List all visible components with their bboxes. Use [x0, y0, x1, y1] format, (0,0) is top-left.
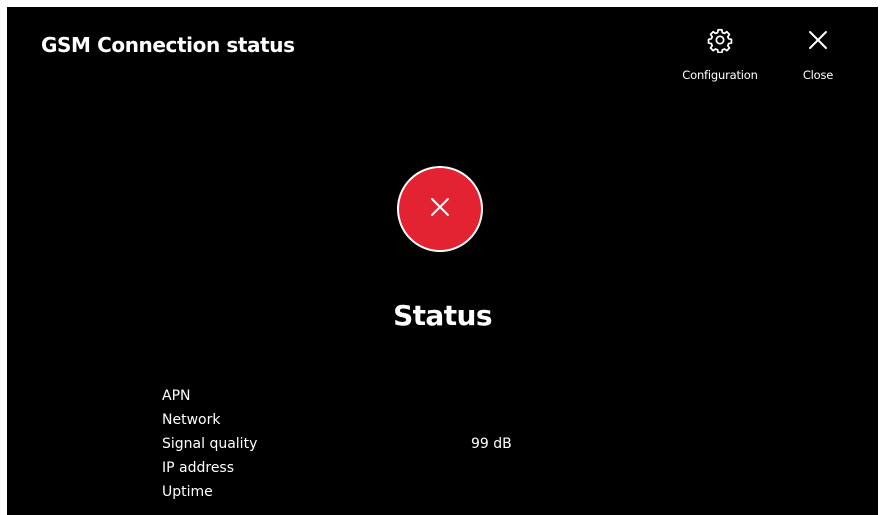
status-indicator: [397, 166, 483, 252]
detail-label: APN: [162, 388, 191, 404]
gsm-status-dialog: GSM Connection status Configuration Clos…: [7, 7, 878, 515]
dialog-title: GSM Connection status: [41, 33, 295, 57]
detail-label: Signal quality: [162, 436, 258, 452]
detail-label: IP address: [162, 460, 235, 476]
detail-label: Uptime: [162, 484, 213, 500]
status-title: Status: [393, 299, 492, 332]
gear-icon: [705, 25, 735, 55]
configuration-label: Configuration: [682, 68, 758, 82]
error-x-icon: [429, 196, 451, 222]
configuration-button[interactable]: Configuration: [675, 25, 765, 82]
detail-value: 99 dB: [471, 436, 512, 452]
close-label: Close: [802, 68, 834, 82]
close-button[interactable]: Close: [793, 25, 843, 82]
detail-label: Network: [162, 412, 221, 428]
close-icon: [803, 25, 833, 55]
